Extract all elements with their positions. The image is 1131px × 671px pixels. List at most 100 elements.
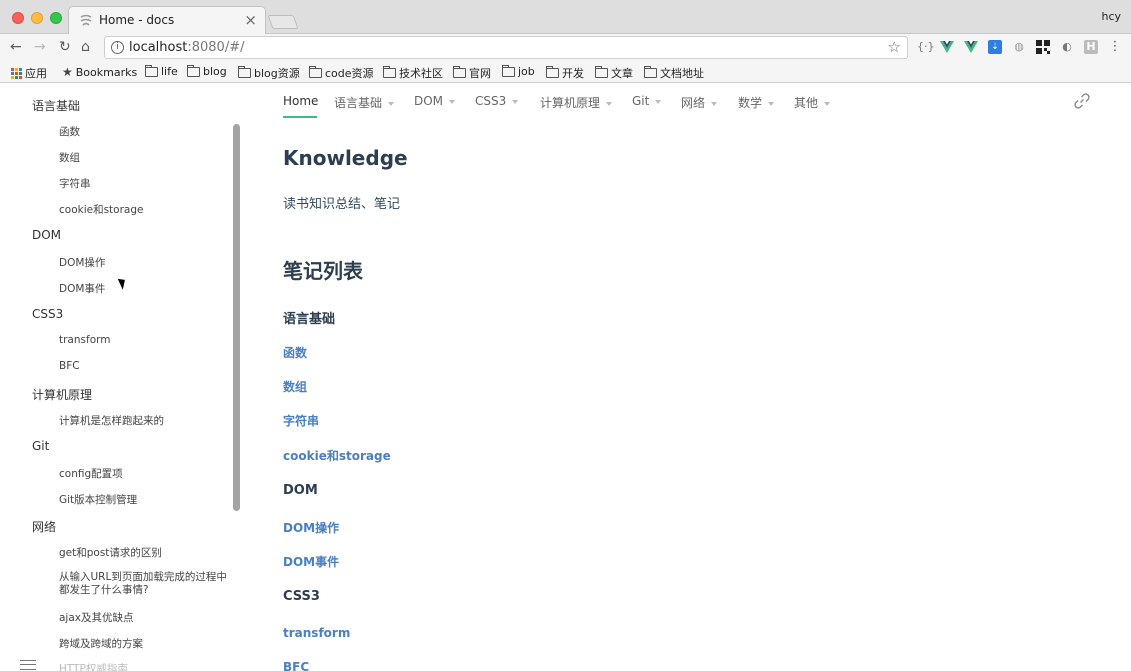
folder-icon — [145, 64, 158, 77]
bookmark-folder-blog[interactable]: blog — [187, 64, 227, 78]
nav-home[interactable]: Home — [283, 94, 318, 108]
bookmark-folder-doc-links[interactable]: 文档地址 — [644, 65, 704, 81]
sidebar-item-bfc[interactable]: BFC — [59, 360, 80, 372]
sidebar-item-transform[interactable]: transform — [59, 334, 110, 346]
vue-extension-icon[interactable] — [964, 40, 978, 54]
bookmark-folder-blog-resources[interactable]: blog资源 — [238, 65, 300, 81]
tab-close-icon[interactable]: × — [244, 11, 257, 29]
nav-dom[interactable]: DOM — [414, 94, 456, 108]
sidebar-item-strings[interactable]: 字符串 — [59, 176, 91, 191]
address-bar[interactable]: i localhost:8080/#/ ☆ — [104, 36, 908, 59]
download-extension-icon[interactable]: ⇣ — [988, 40, 1002, 54]
minimize-window-button[interactable] — [31, 12, 43, 24]
sidebar-group-dom[interactable]: DOM — [32, 228, 61, 242]
bookmark-apps-label: 应用 — [25, 67, 47, 80]
page-intro: 读书知识总结、笔记 — [283, 197, 401, 212]
link-icon[interactable] — [1073, 92, 1091, 110]
zoom-window-button[interactable] — [50, 12, 62, 24]
home-icon[interactable]: ⌂ — [81, 38, 90, 56]
bookmark-folder-code-resources[interactable]: code资源 — [309, 65, 374, 81]
nav-label: 语言基础 — [334, 96, 383, 110]
sidebar-group-network[interactable]: 网络 — [32, 518, 56, 535]
new-tab-button[interactable] — [267, 15, 299, 29]
bookmark-apps[interactable]: 应用 — [11, 65, 47, 81]
link-functions[interactable]: 函数 — [283, 344, 307, 361]
json-viewer-extension-icon[interactable]: {·} — [917, 40, 935, 54]
vue-devtools-extension-icon[interactable] — [940, 40, 954, 54]
sidebar-item-ajax[interactable]: ajax及其优缺点 — [59, 610, 134, 625]
bookmark-folder-life[interactable]: life — [145, 64, 178, 78]
bookmark-folder-label: 技术社区 — [399, 67, 443, 80]
bookmark-bookmarks[interactable]: ★ Bookmarks — [62, 65, 137, 79]
forward-arrow-icon[interactable]: → — [34, 38, 46, 56]
link-arrays[interactable]: 数组 — [283, 378, 307, 395]
caret-down-icon — [388, 101, 395, 106]
h-extension-icon[interactable]: H — [1084, 40, 1098, 54]
sidebar-item-cross-origin[interactable]: 跨域及跨域的方案 — [59, 636, 143, 651]
sidebar-group-css3[interactable]: CSS3 — [32, 307, 63, 321]
qrcode-extension-icon[interactable] — [1036, 40, 1050, 54]
sidebar-item-get-vs-post[interactable]: get和post请求的区别 — [59, 545, 162, 560]
bookmark-folder-tech-community[interactable]: 技术社区 — [383, 65, 443, 81]
info-icon[interactable]: i — [111, 41, 124, 54]
nav-css3[interactable]: CSS3 — [475, 94, 519, 108]
sidebar-scrollbar[interactable] — [233, 124, 240, 511]
nav-other[interactable]: 其他 — [794, 94, 831, 111]
sidebar-item-functions[interactable]: 函数 — [59, 124, 80, 139]
profile-name[interactable]: hcy — [1101, 10, 1121, 23]
sidebar-item-git-config[interactable]: config配置项 — [59, 466, 123, 481]
nav-label: 网络 — [681, 96, 706, 110]
nav-active-underline — [283, 116, 317, 118]
link-transform[interactable]: transform — [283, 626, 350, 640]
sidebar-item-how-computers-run[interactable]: 计算机是怎样跑起来的 — [59, 413, 164, 428]
bookmark-folder-job[interactable]: job — [502, 64, 535, 78]
caret-down-icon — [711, 101, 718, 106]
link-dom-operations[interactable]: DOM操作 — [283, 519, 339, 536]
url-text[interactable]: localhost:8080/#/ — [129, 40, 244, 55]
link-dom-events[interactable]: DOM事件 — [283, 553, 339, 570]
globe-extension-icon[interactable]: ◍ — [1012, 40, 1026, 54]
nav-label: 计算机原理 — [540, 96, 601, 110]
bookmark-folder-label: 开发 — [562, 67, 584, 80]
reload-icon[interactable]: ↻ — [59, 38, 71, 56]
back-arrow-icon[interactable]: ← — [10, 38, 22, 56]
nav-computer-principles[interactable]: 计算机原理 — [540, 94, 613, 111]
sidebar-item-cookie-storage[interactable]: cookie和storage — [59, 202, 143, 217]
close-window-button[interactable] — [12, 12, 24, 24]
nav-git[interactable]: Git — [632, 94, 662, 108]
apps-grid-icon — [11, 67, 22, 79]
browser-tab-bar: Home - docs × hcy — [0, 0, 1131, 35]
bookmark-folder-dev[interactable]: 开发 — [546, 65, 584, 81]
nav-math[interactable]: 数学 — [738, 94, 775, 111]
mask-extension-icon[interactable]: ◐ — [1060, 40, 1074, 54]
sidebar-item-http-guide[interactable]: HTTP权威指南 — [59, 661, 128, 671]
more-menu-icon[interactable]: ⋮ — [1108, 40, 1122, 54]
bookmark-folder-official-sites[interactable]: 官网 — [453, 65, 491, 81]
folder-icon — [453, 66, 466, 78]
link-bfc[interactable]: BFC — [283, 660, 309, 671]
bookmark-folder-label: 文章 — [611, 67, 633, 80]
link-cookie-storage[interactable]: cookie和storage — [283, 447, 391, 464]
nav-language-basics[interactable]: 语言基础 — [334, 94, 395, 111]
nav-label: CSS3 — [475, 94, 507, 108]
notes-list-title: 笔记列表 — [283, 259, 363, 283]
nav-network[interactable]: 网络 — [681, 94, 718, 111]
sidebar-group-git[interactable]: Git — [32, 439, 49, 453]
browser-tab-active[interactable]: Home - docs × — [68, 6, 266, 35]
sidebar-group-computer-principles[interactable]: 计算机原理 — [32, 386, 92, 403]
bookmark-folder-articles[interactable]: 文章 — [595, 65, 633, 81]
sidebar-item-git-version-control[interactable]: Git版本控制管理 — [59, 492, 137, 507]
sidebar-item-dom-operations[interactable]: DOM操作 — [59, 255, 105, 270]
sidebar-item-dom-events[interactable]: DOM事件 — [59, 281, 105, 296]
tab-title: Home - docs — [99, 13, 175, 27]
link-strings[interactable]: 字符串 — [283, 412, 319, 429]
caret-down-icon — [655, 99, 662, 104]
sidebar-item-arrays[interactable]: 数组 — [59, 150, 80, 165]
nav-label: DOM — [414, 94, 444, 108]
folder-icon — [238, 66, 251, 78]
sidebar-group-language-basics[interactable]: 语言基础 — [32, 97, 80, 114]
sidebar-item-url-to-page-load[interactable]: 从输入URL到页面加载完成的过程中都发生了什么事情? — [59, 571, 234, 597]
hamburger-menu-icon[interactable] — [20, 660, 36, 670]
folder-icon — [595, 66, 608, 78]
bookmark-star-icon[interactable]: ☆ — [888, 38, 901, 56]
